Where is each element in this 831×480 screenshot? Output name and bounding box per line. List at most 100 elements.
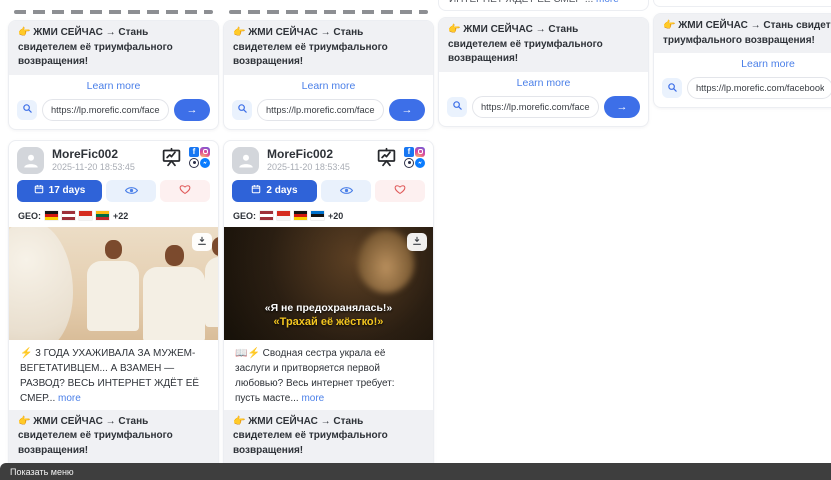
overlay-line-2: «Трахай её жёстко!» (224, 316, 433, 328)
search-icon (667, 81, 678, 96)
country-flag-icon (260, 211, 273, 220)
show-menu-button[interactable]: Показать меню (10, 467, 74, 477)
person-icon (237, 151, 255, 174)
header-icons: f (376, 147, 425, 173)
audience-network-icon (404, 158, 414, 168)
country-flag-icon (277, 211, 290, 220)
search-button[interactable] (232, 100, 252, 120)
download-icon (412, 234, 422, 249)
creative-description: 📖⚡ Сводная сестра украла её заслуги и пр… (224, 340, 433, 410)
card-header: MoreFic002 2025-11-20 18:53:45 f (224, 141, 433, 176)
placements-icons: f (404, 147, 425, 168)
calendar-icon (34, 184, 44, 197)
landing-url-input[interactable] (257, 99, 384, 121)
account-name: MoreFic002 (267, 147, 350, 161)
geo-row: GEO: +22 (9, 210, 218, 227)
country-flag-icon (62, 211, 75, 220)
geo-extra-count: +22 (113, 211, 128, 221)
heart-icon (179, 183, 191, 198)
audience-network-icon (189, 158, 199, 168)
open-url-button[interactable]: → (604, 96, 640, 118)
messenger-icon (415, 158, 425, 168)
heart-icon (394, 183, 406, 198)
landing-url-input[interactable] (472, 96, 599, 118)
facebook-icon: f (404, 147, 414, 157)
placements-icons: f (189, 147, 210, 168)
creative-card-footer: 👉 ЖМИ СЕЙЧАС → Стань свидетелем её триум… (653, 13, 831, 108)
presentation-chart-icon[interactable] (376, 147, 397, 173)
country-flag-icon (79, 211, 92, 220)
days-label: 2 days (266, 185, 297, 196)
messenger-icon (200, 158, 210, 168)
clipped-card-remnant: ИНТЕРНЕТ ЖДЁТ ЕЁ СМЕР ... more (438, 0, 649, 11)
country-flag-icon (96, 211, 109, 220)
person-icon (22, 151, 40, 174)
ad-headline: 👉 ЖМИ СЕЙЧАС → Стань свидетелем её триум… (439, 18, 648, 72)
url-row: → (654, 74, 831, 107)
download-image-button[interactable] (192, 233, 212, 251)
preview-button[interactable] (106, 180, 156, 202)
more-link[interactable]: more (596, 0, 619, 5)
days-active-button[interactable]: 2 days (232, 180, 317, 202)
geo-extra-count: +20 (328, 211, 343, 221)
card-actions: 2 days (224, 176, 433, 210)
landing-url-input[interactable] (687, 77, 831, 99)
more-link[interactable]: more (58, 393, 81, 404)
creative-datetime: 2025-11-20 18:53:45 (267, 162, 350, 172)
days-active-button[interactable]: 17 days (17, 180, 102, 202)
bottom-menu-bar: Показать меню (0, 463, 831, 480)
search-button[interactable] (447, 97, 467, 117)
geo-flags (260, 211, 324, 220)
description-text: ⚡ 3 ГОДА УХАЖИВАЛА ЗА МУЖЕМ-ВЕГЕТАТИВЦЕМ… (20, 348, 199, 404)
ad-headline: 👉 ЖМИ СЕЙЧАС → Стань свидетелем её триум… (9, 21, 218, 75)
creative-figure (105, 240, 122, 259)
preview-button[interactable] (321, 180, 371, 202)
clipped-card-remnant (14, 10, 213, 14)
download-image-button[interactable] (407, 233, 427, 251)
creative-image[interactable] (9, 227, 218, 340)
search-button[interactable] (17, 100, 37, 120)
avatar (17, 147, 44, 174)
learn-more-link[interactable]: Learn more (654, 53, 831, 74)
download-icon (197, 234, 207, 249)
account-info: MoreFic002 2025-11-20 18:53:45 (52, 147, 135, 172)
facebook-icon: f (189, 147, 199, 157)
favorite-button[interactable] (160, 180, 210, 202)
landing-url-input[interactable] (42, 99, 169, 121)
creative-figure (165, 245, 184, 266)
image-overlay-text: «Я не предохранялась!» «Трахай её жёстко… (224, 302, 433, 328)
open-url-button[interactable]: → (174, 99, 210, 121)
learn-more-link[interactable]: Learn more (439, 72, 648, 93)
search-button[interactable] (662, 78, 682, 98)
more-link[interactable]: more (301, 393, 324, 404)
creative-image[interactable]: «Я не предохранялась!» «Трахай её жёстко… (224, 227, 433, 340)
grid-column-1: 👉 ЖМИ СЕЙЧАС → Стань свидетелем её триум… (8, 0, 219, 480)
search-icon (452, 99, 463, 114)
open-url-button[interactable]: → (389, 99, 425, 121)
account-name: MoreFic002 (52, 147, 135, 161)
search-icon (237, 102, 248, 117)
creative-figure (212, 237, 218, 256)
learn-more-link[interactable]: Learn more (224, 75, 433, 96)
presentation-chart-icon[interactable] (161, 147, 182, 173)
learn-more-link[interactable]: Learn more (9, 75, 218, 96)
favorite-button[interactable] (375, 180, 425, 202)
calendar-icon (251, 184, 261, 197)
country-flag-icon (45, 211, 58, 220)
creative-figure (205, 257, 218, 327)
avatar (232, 147, 259, 174)
days-label: 17 days (49, 185, 86, 196)
creative-card: MoreFic002 2025-11-20 18:53:45 f 2 (223, 140, 434, 480)
creative-figure (87, 261, 139, 331)
header-icons: f (161, 147, 210, 173)
ad-headline: 👉 ЖМИ СЕЙЧАС → Стань свидетелем её триум… (224, 21, 433, 75)
creative-card-footer: 👉 ЖМИ СЕЙЧАС → Стань свидетелем её триум… (438, 17, 649, 127)
geo-row: GEO: +20 (224, 210, 433, 227)
description-text: ИНТЕРНЕТ ЖДЁТ ЕЁ СМЕР ... (449, 0, 593, 5)
url-row: → (224, 96, 433, 129)
card-actions: 17 days (9, 176, 218, 210)
creative-figure (143, 267, 205, 340)
url-row: → (439, 93, 648, 126)
ad-headline: 👉 ЖМИ СЕЙЧАС → Стань свидетелем её триум… (9, 410, 218, 464)
eye-icon (340, 183, 353, 198)
